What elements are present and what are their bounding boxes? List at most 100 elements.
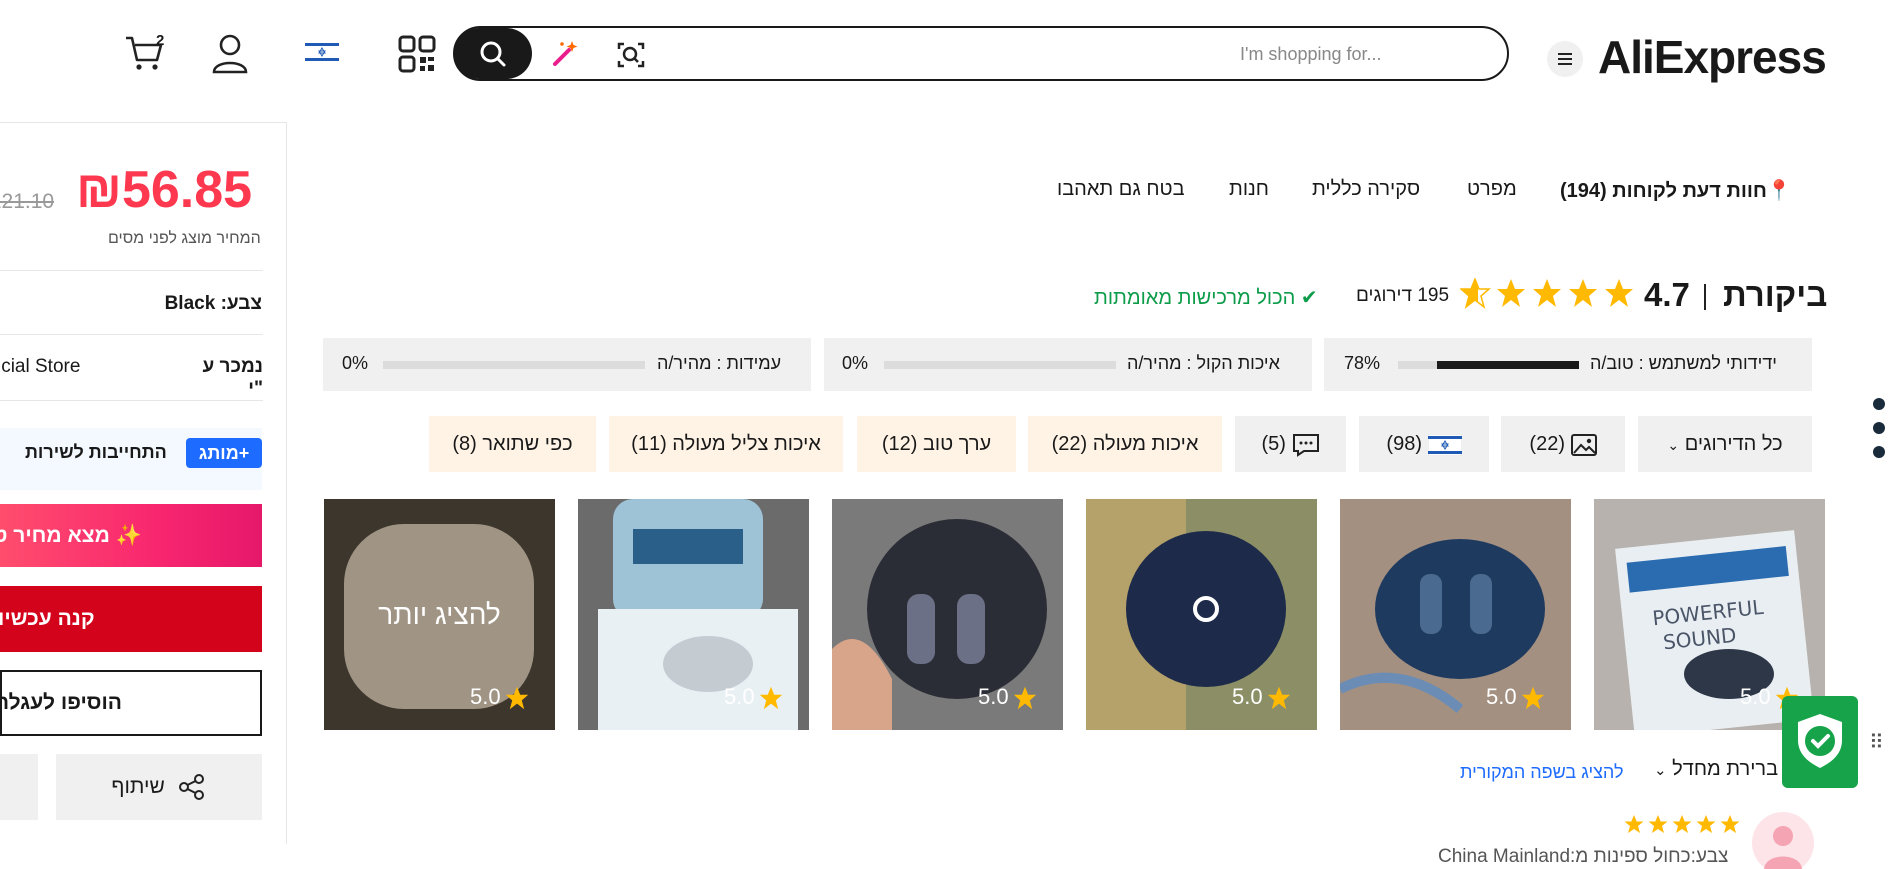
review-photo[interactable]: להציג יותר 5.0 bbox=[324, 499, 555, 730]
add-to-cart-label: הוסיפו לעגלה bbox=[0, 691, 122, 714]
user-icon[interactable] bbox=[210, 32, 250, 74]
stat-label: עמידות : מהיר/ה bbox=[657, 353, 782, 373]
filter-with-photos[interactable]: (22) bbox=[1501, 416, 1625, 472]
filter-label: (22) bbox=[1529, 433, 1566, 455]
filter-great-sound[interactable]: איכות צליל מעולה (11) bbox=[609, 416, 843, 472]
color-row: צבע: Black bbox=[100, 293, 262, 315]
cart-count-badge: 2 bbox=[156, 32, 165, 49]
filter-good-value[interactable]: ערך טוב (12) bbox=[857, 416, 1016, 472]
divider bbox=[1704, 284, 1706, 310]
old-price: ₪121.10 bbox=[0, 190, 55, 213]
photo-rating: 5.0 bbox=[1232, 684, 1263, 709]
star-icon bbox=[1521, 686, 1545, 710]
sold-by-label: נמכר ע "י bbox=[202, 356, 263, 399]
aliexpress-logo[interactable]: AliExpress bbox=[1598, 30, 1827, 84]
sort-dropdown[interactable]: ברירת מחדל ⌄ bbox=[1654, 758, 1778, 781]
search-button[interactable] bbox=[454, 28, 532, 79]
tab-recommendations[interactable]: בטח גם תאהבו bbox=[1057, 178, 1185, 201]
filter-label: כל הדירוגים bbox=[1684, 433, 1783, 455]
search-input[interactable]: I'm shopping for... bbox=[1240, 44, 1382, 65]
check-icon: ✔ bbox=[1300, 287, 1318, 309]
menu-button[interactable] bbox=[1547, 41, 1583, 77]
filter-with-comments[interactable]: (5) bbox=[1235, 416, 1346, 472]
color-value: Black bbox=[164, 293, 216, 314]
buy-now-label: קנה עכשיו bbox=[0, 607, 95, 630]
tab-specs[interactable]: מפרט bbox=[1467, 178, 1517, 201]
comment-icon bbox=[1292, 433, 1319, 457]
reviews-title: ביקורת bbox=[1723, 276, 1828, 313]
filter-israel[interactable]: (98) bbox=[1359, 416, 1489, 472]
review-photo[interactable]: 5.0 bbox=[1086, 499, 1317, 730]
star-icon bbox=[505, 686, 529, 710]
stat-label: איכות הקול : מהיר/ה bbox=[1127, 353, 1280, 373]
divider bbox=[0, 400, 263, 401]
find-deal-label: מצא מחיר טוב bbox=[0, 524, 110, 547]
location-pin-icon: 📍 bbox=[1766, 180, 1792, 202]
security-shield-button[interactable] bbox=[1782, 696, 1858, 788]
photo-rating: 5.0 bbox=[1740, 684, 1771, 709]
review-photo[interactable]: 5.0 bbox=[832, 499, 1063, 730]
tab-store[interactable]: חנות bbox=[1229, 178, 1269, 201]
review-photo[interactable]: 5.0 bbox=[1340, 499, 1571, 730]
filter-label: (98) bbox=[1386, 433, 1423, 455]
average-score: 4.7 bbox=[1644, 276, 1690, 313]
wishlist-button[interactable] bbox=[0, 754, 38, 820]
search-icon bbox=[480, 41, 506, 67]
shield-check-icon bbox=[1798, 714, 1842, 768]
show-original-language-link[interactable]: להציג בשפה המקורית bbox=[1460, 762, 1624, 783]
share-button[interactable]: שיתוף bbox=[56, 754, 262, 820]
magic-wand-icon: ✨ bbox=[115, 524, 142, 547]
chevron-down-icon: ⌄ bbox=[1667, 437, 1680, 453]
stat-percent: 0% bbox=[342, 353, 369, 373]
tab-reviews-label: חוות דעת לקוחות (194) bbox=[1560, 180, 1767, 202]
color-label: צבע: bbox=[220, 293, 262, 314]
store-name-link[interactable]: Official Store bbox=[0, 356, 80, 378]
photo-rating: 5.0 bbox=[470, 684, 501, 709]
qr-code-icon[interactable] bbox=[397, 34, 437, 74]
tab-overview[interactable]: סקירה כללית bbox=[1312, 178, 1420, 201]
chevron-down-icon: ⌄ bbox=[1654, 762, 1667, 779]
review-photo[interactable]: 5.0 bbox=[578, 499, 809, 730]
user-icon bbox=[1764, 826, 1802, 869]
filter-as-described[interactable]: כפי שתואר (8) bbox=[429, 416, 596, 472]
add-to-cart-button[interactable]: הוסיפו לעגלה bbox=[0, 670, 262, 736]
plus-badge: מותג+ bbox=[186, 438, 262, 468]
buy-now-button[interactable]: קנה עכשיו bbox=[0, 586, 262, 652]
stat-percent: 0% bbox=[842, 353, 869, 373]
verified-purchases: ✔ הכול מרכישות מאומתות bbox=[1094, 285, 1318, 310]
israel-flag-icon[interactable] bbox=[305, 40, 339, 64]
filter-label: (5) bbox=[1261, 433, 1286, 455]
sort-label: ברירת מחדל bbox=[1672, 758, 1779, 780]
magic-wand-icon[interactable] bbox=[549, 38, 581, 68]
camera-search-icon[interactable] bbox=[616, 40, 646, 70]
avatar bbox=[1752, 812, 1814, 869]
share-icon bbox=[178, 774, 204, 801]
filter-great-quality[interactable]: איכות מעולה (22) bbox=[1028, 416, 1222, 472]
drag-handle-icon[interactable]: ⠿ bbox=[1869, 730, 1884, 755]
share-label: שיתוף bbox=[111, 775, 165, 798]
price: ₪56.85 bbox=[76, 161, 253, 219]
stat-bar-fill bbox=[1437, 361, 1579, 369]
side-dots[interactable] bbox=[1873, 398, 1885, 458]
divider bbox=[0, 334, 263, 335]
photo-rating: 5.0 bbox=[978, 684, 1009, 709]
service-commitment[interactable]: התחייבות לשירות bbox=[25, 442, 167, 463]
image-icon bbox=[1570, 433, 1597, 456]
stat-percent: 78% bbox=[1344, 353, 1381, 373]
review-variant-info: צבע:כחול ספינות מ:China Mainland bbox=[1438, 846, 1729, 867]
tax-note: המחיר מוצג לפני מסים bbox=[108, 230, 261, 247]
stat-label: ידידותי למשתמש : טוב/ה bbox=[1590, 353, 1777, 373]
ratings-count: 195 דירוגים bbox=[1356, 285, 1450, 306]
reviewer-stars bbox=[1624, 815, 1740, 833]
stat-bar bbox=[884, 361, 1116, 369]
star-icon bbox=[1267, 686, 1291, 710]
israel-flag-icon bbox=[1427, 433, 1463, 457]
find-deal-button[interactable]: ✨מצא מחיר טוב bbox=[0, 504, 262, 567]
tab-reviews[interactable]: 📍חוות דעת לקוחות (194) bbox=[1560, 178, 1792, 203]
photo-rating: 5.0 bbox=[724, 684, 755, 709]
divider bbox=[0, 270, 263, 271]
star-icon bbox=[1013, 686, 1037, 710]
filter-all-ratings[interactable]: כל הדירוגים ⌄ bbox=[1638, 416, 1812, 472]
rating-stars bbox=[1460, 278, 1633, 308]
stat-bar bbox=[383, 361, 645, 369]
